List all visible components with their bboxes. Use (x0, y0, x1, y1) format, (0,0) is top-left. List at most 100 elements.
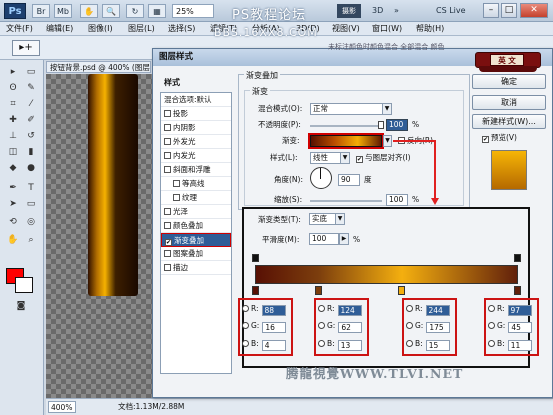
dodge-tool-icon[interactable]: ● (24, 162, 38, 175)
style-item-inner-glow[interactable]: 内发光 (161, 149, 231, 163)
scale-input[interactable]: 100 (386, 194, 408, 206)
checkbox-checked-icon[interactable]: ✔ (165, 239, 172, 246)
crop-tool-icon[interactable]: ⌗ (6, 98, 20, 111)
checkbox-icon[interactable] (164, 222, 171, 229)
r-row[interactable]: R: 124 (318, 303, 362, 317)
gradient-picker-swatch[interactable] (308, 133, 384, 149)
style-item-contour[interactable]: 等高线 (161, 177, 231, 191)
style-item-drop-shadow[interactable]: 投影 (161, 107, 231, 121)
opacity-slider-thumb[interactable] (378, 121, 384, 129)
menu-image[interactable]: 图像(I) (88, 22, 113, 36)
workspace-3d[interactable]: 3D (372, 4, 383, 18)
checkbox-icon[interactable] (164, 152, 171, 159)
brush-tool-icon[interactable]: ✐ (24, 114, 38, 127)
b-input[interactable]: 13 (337, 340, 362, 351)
opacity-stop-left[interactable] (252, 254, 259, 262)
r-input[interactable]: 244 (425, 305, 450, 316)
b-row[interactable]: B: 11 (488, 338, 532, 352)
gradient-bar[interactable] (255, 265, 518, 284)
quick-select-icon[interactable]: ✎ (24, 82, 38, 95)
checkbox-icon[interactable] (173, 194, 180, 201)
opacity-input[interactable]: 100 (386, 119, 408, 131)
angle-input[interactable]: 90 (338, 174, 360, 186)
checkbox-icon[interactable] (164, 138, 171, 145)
radio-icon[interactable] (406, 340, 413, 347)
b-row[interactable]: B: 4 (242, 338, 286, 352)
maximize-button[interactable]: □ (501, 3, 517, 18)
radio-icon[interactable] (488, 305, 495, 312)
style-item-gradient-overlay[interactable]: ✔ 渐变叠加 (161, 233, 231, 247)
b-input[interactable]: 4 (261, 340, 286, 351)
radio-icon[interactable] (242, 340, 249, 347)
r-input[interactable]: 88 (261, 305, 286, 316)
ok-button[interactable]: 确定 (472, 74, 546, 89)
shape-tool-icon[interactable]: ▭ (24, 198, 38, 211)
checkbox-icon[interactable] (164, 264, 171, 271)
menu-view[interactable]: 视图(V) (332, 22, 360, 36)
radio-icon[interactable] (488, 340, 495, 347)
g-row[interactable]: G: 175 (406, 320, 451, 334)
gradient-tool-icon[interactable]: ▮ (24, 146, 38, 159)
style-item-outer-glow[interactable]: 外发光 (161, 135, 231, 149)
menu-layer[interactable]: 图层(L) (128, 22, 155, 36)
radio-icon[interactable] (488, 322, 495, 329)
style-item-satin[interactable]: 光泽 (161, 205, 231, 219)
radio-icon[interactable] (318, 305, 325, 312)
align-checkbox[interactable]: ✔ 与图层对齐(I) (356, 152, 411, 164)
hand-icon[interactable]: ✋ (80, 4, 98, 18)
workspace-button[interactable]: 摄影 (337, 4, 361, 18)
radio-icon[interactable] (242, 305, 249, 312)
opacity-stop-right[interactable] (514, 254, 521, 262)
gradient-type-select[interactable]: 实底 ▼ (309, 213, 345, 225)
g-input[interactable]: 62 (338, 322, 363, 333)
chevron-down-icon[interactable]: ▼ (383, 135, 392, 147)
move-tool-icon[interactable]: ▸ (6, 66, 20, 79)
r-input[interactable]: 124 (337, 305, 362, 316)
style-item-inner-shadow[interactable]: 内阴影 (161, 121, 231, 135)
hand-tool-icon[interactable]: ✋ (6, 234, 20, 247)
g-row[interactable]: G: 16 (242, 320, 287, 334)
style-item-pattern-overlay[interactable]: 图案叠加 (161, 247, 231, 261)
checkbox-checked-icon[interactable]: ✔ (356, 156, 363, 163)
quick-mask-icon[interactable]: ◙ (14, 300, 28, 313)
g-input[interactable]: 16 (262, 322, 287, 333)
zoom-field[interactable]: 400% (48, 401, 76, 413)
b-input[interactable]: 15 (425, 340, 450, 351)
radio-icon[interactable] (406, 305, 413, 312)
3d-rotate-icon[interactable]: ⟲ (6, 216, 20, 229)
menu-edit[interactable]: 编辑(E) (46, 22, 73, 36)
style-blend-options[interactable]: 混合选项:默认 (161, 93, 231, 107)
radio-icon[interactable] (318, 340, 325, 347)
type-tool-icon[interactable]: T (24, 182, 38, 195)
menu-select[interactable]: 选择(S) (168, 22, 195, 36)
r-row[interactable]: R: 88 (242, 303, 286, 317)
minibridge-icon[interactable]: Mb (54, 4, 72, 18)
cs-live-button[interactable]: CS Live (436, 4, 466, 18)
r-input[interactable]: 97 (507, 305, 532, 316)
close-button[interactable]: ✕ (520, 3, 548, 18)
ime-language-label[interactable]: 英 文 (490, 54, 524, 66)
style-item-color-overlay[interactable]: 颜色叠加 (161, 219, 231, 233)
opacity-slider[interactable] (310, 125, 382, 127)
menu-help[interactable]: 帮助(H) (416, 22, 444, 36)
chevron-right-icon[interactable]: ▶ (339, 233, 349, 245)
zoom-icon[interactable]: 🔍 (102, 4, 120, 18)
new-style-button[interactable]: 新建样式(W)... (472, 114, 546, 129)
lasso-tool-icon[interactable]: ʘ (6, 82, 20, 95)
styles-header[interactable]: 样式 (161, 76, 231, 90)
eraser-tool-icon[interactable]: ◫ (6, 146, 20, 159)
scale-slider[interactable] (310, 200, 382, 202)
zoom-tool-icon[interactable]: ⌕ (24, 234, 38, 247)
radio-icon[interactable] (318, 322, 325, 329)
healing-tool-icon[interactable]: ✚ (6, 114, 20, 127)
r-row[interactable]: R: 244 (406, 303, 450, 317)
tool-preset-picker[interactable]: ▸+ (12, 40, 40, 56)
marquee-tool-icon[interactable]: ▭ (24, 66, 38, 79)
checkbox-icon[interactable] (164, 250, 171, 257)
blur-tool-icon[interactable]: ◆ (6, 162, 20, 175)
bridge-icon[interactable]: Br (32, 4, 50, 18)
preview-checkbox[interactable]: ✔ 预览(V) (482, 132, 517, 144)
path-select-icon[interactable]: ➤ (6, 198, 20, 211)
pen-tool-icon[interactable]: ✒ (6, 182, 20, 195)
g-input[interactable]: 45 (508, 322, 533, 333)
